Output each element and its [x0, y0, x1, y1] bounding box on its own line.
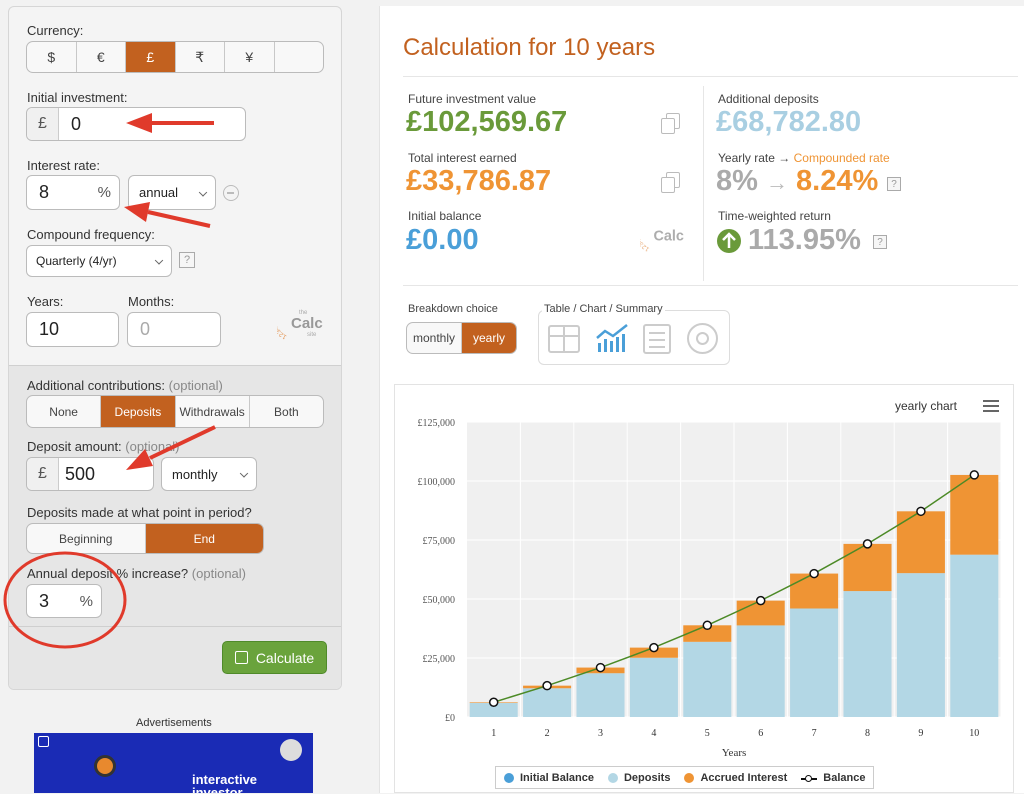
up-arrow-icon — [717, 229, 741, 253]
page-title: Calculation for 10 years — [403, 34, 656, 61]
copy-icon[interactable] — [661, 113, 680, 134]
balance-point — [702, 620, 713, 631]
bar-deposits — [843, 591, 892, 717]
balance-point — [809, 568, 819, 579]
breakdown-option-0[interactable]: monthly — [407, 323, 462, 353]
bar-deposits — [896, 573, 945, 717]
x-tick-label: 10 — [969, 728, 979, 739]
x-tick-label: 9 — [918, 728, 923, 739]
legend-label: Balance — [823, 771, 866, 784]
bar-deposits — [523, 688, 572, 717]
summary-view-icon[interactable] — [643, 324, 671, 354]
bar-deposits — [629, 657, 678, 717]
x-tick-label: 6 — [758, 728, 763, 739]
bar-deposits — [790, 608, 839, 717]
legend-item-0[interactable]: Initial Balance — [504, 772, 594, 784]
bar-deposits — [576, 673, 625, 717]
yearly-rate-value: 8% → 8.24% — [716, 165, 879, 197]
twr-label: Time-weighted return — [718, 209, 831, 223]
initial-balance-label: Initial balance — [408, 209, 482, 223]
breakdown-selector[interactable]: monthly yearly — [406, 322, 517, 354]
help-icon[interactable]: ? — [873, 235, 887, 249]
table-view-icon[interactable] — [548, 325, 580, 353]
help-icon[interactable]: ? — [887, 177, 901, 191]
legend-label: Initial Balance — [520, 771, 594, 784]
y-tick-label: £125,000 — [418, 418, 456, 429]
bar-accrued-interest — [896, 511, 945, 574]
x-axis-label: Years — [722, 747, 747, 759]
y-tick-label: £25,000 — [423, 654, 456, 665]
balance-point — [916, 506, 926, 517]
legend-item-1[interactable]: Deposits — [607, 771, 671, 784]
x-tick-label: 7 — [812, 728, 817, 739]
breakdown-option-1[interactable]: yearly — [462, 323, 516, 353]
svg-text:1234567890: 1234567890 — [640, 216, 651, 253]
legend-item-2[interactable]: Accrued Interest — [684, 772, 787, 784]
balance-point — [488, 697, 499, 707]
yearly-chart: yearly chart £0 £25,000 £50,000 £75,000 £100… — [394, 384, 1014, 793]
future-value-label: Future investment value — [408, 92, 537, 106]
y-tick-label: £50,000 — [423, 595, 456, 606]
bar-deposits — [683, 641, 732, 717]
x-tick-label: 1 — [491, 728, 496, 739]
bar-deposits — [736, 625, 785, 717]
legend-swatch — [684, 772, 695, 783]
breakdown-label: Breakdown choice — [408, 303, 498, 315]
y-tick-label: £75,000 — [423, 536, 456, 547]
legend-label: Deposits — [623, 771, 671, 784]
legend-item-3[interactable]: Balance — [801, 772, 865, 784]
legend-label: Accrued Interest — [700, 771, 788, 784]
bar-accrued-interest — [790, 573, 839, 609]
bar-accrued-interest — [843, 543, 892, 592]
future-value: £102,569.67 — [406, 106, 568, 138]
x-tick-label: 8 — [865, 728, 870, 739]
x-tick-label: 5 — [705, 728, 710, 739]
chart-plot: £0 £25,000 £50,000 £75,000 £100,000 £125,000 1… — [418, 418, 1002, 759]
x-tick-label: 3 — [598, 728, 603, 739]
target-view-icon[interactable] — [687, 323, 718, 354]
bar-deposits — [950, 554, 999, 717]
balance-point — [649, 642, 659, 653]
additional-deposits-value: £68,782.80 — [716, 106, 862, 138]
y-tick-label: £100,000 — [418, 477, 456, 488]
svg-text:Calc: Calc — [653, 229, 683, 245]
copy-icon[interactable] — [661, 172, 680, 193]
x-tick-label: 2 — [545, 728, 550, 739]
chart-view-icon[interactable] — [594, 322, 630, 354]
legend-swatch — [607, 772, 618, 783]
calc-site-logo: 1234567890 Calc — [633, 206, 690, 256]
twr-value: 113.95% — [748, 224, 861, 256]
y-tick-label: £0 — [445, 713, 455, 724]
x-tick-label: 4 — [651, 728, 656, 739]
legend-swatch — [504, 772, 514, 783]
balance-point — [595, 662, 606, 673]
total-interest-label: Total interest earned — [408, 151, 517, 165]
total-interest-value: £33,786.87 — [406, 165, 552, 197]
chart-legend: Initial Balance Deposits Accrued Interest B… — [495, 766, 875, 789]
additional-deposits-label: Additional deposits — [718, 92, 819, 106]
balance-point — [755, 595, 766, 606]
initial-balance-value: £0.00 — [406, 224, 479, 256]
legend-swatch — [801, 772, 818, 782]
balance-point — [969, 470, 980, 480]
view-selector-label: Table / Chart / Summary — [542, 303, 665, 315]
balance-point — [862, 539, 873, 549]
yearly-rate-label: Yearly rate → Compounded rate — [718, 151, 890, 165]
balance-point — [542, 680, 552, 691]
